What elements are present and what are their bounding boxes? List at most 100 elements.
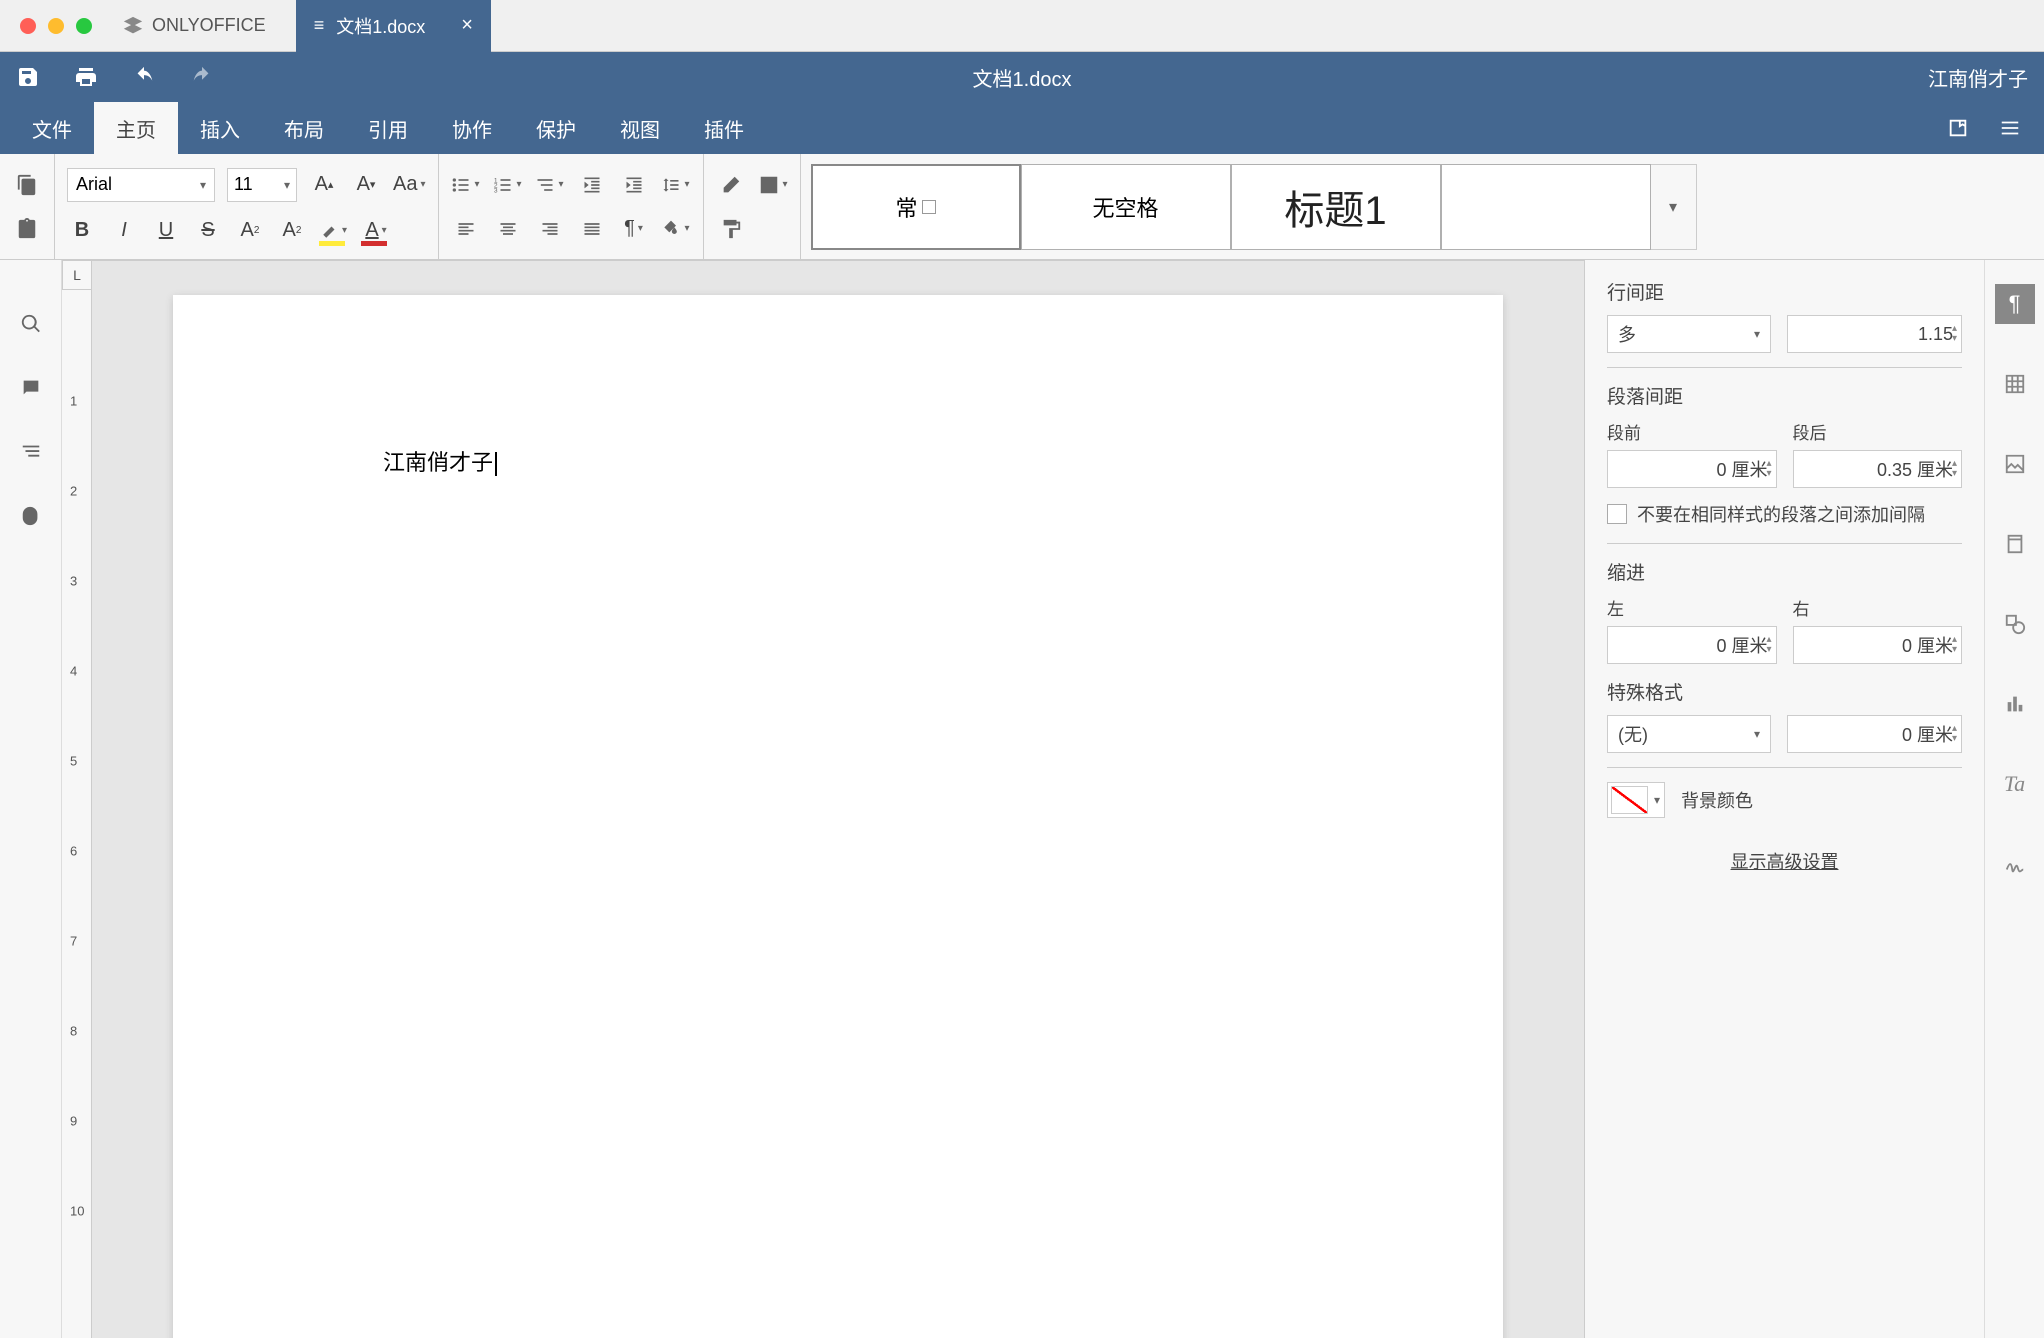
line-spacing-mode[interactable]: 多▾ [1607,315,1771,353]
inc-indent-icon[interactable] [619,170,649,200]
menu-protect[interactable]: 保护 [514,102,598,154]
signature-icon[interactable] [1995,844,2035,884]
print-icon[interactable] [74,65,98,89]
subscript-icon[interactable]: A2 [277,216,307,246]
ribbon: Arial▾ 11▾ A▴ A▾ Aa B I U S A2 A2 A 123 [0,154,2044,260]
special-value[interactable]: 0 厘米▴▾ [1787,715,1962,753]
shape-settings-icon[interactable] [1995,604,2035,644]
align-right-icon[interactable] [535,214,565,244]
menu-plugins[interactable]: 插件 [682,102,766,154]
minimize-window-icon[interactable] [48,18,64,34]
pilcrow-icon[interactable]: ¶ [619,214,649,244]
menu-layout[interactable]: 布局 [262,102,346,154]
menu-file[interactable]: 文件 [10,102,94,154]
strike-icon[interactable]: S [193,216,223,246]
multilevel-icon[interactable] [535,170,565,200]
shading-icon[interactable] [661,214,691,244]
line-spacing-title: 行间距 [1607,278,1962,305]
highlight-icon[interactable] [319,216,349,246]
change-case-icon[interactable]: Aa [393,170,426,200]
save-icon[interactable] [16,65,40,89]
underline-icon[interactable]: U [151,216,181,246]
advanced-settings-link[interactable]: 显示高级设置 [1607,848,1962,874]
font-color-icon[interactable]: A [361,216,391,246]
copy-icon[interactable] [12,170,42,200]
style-more[interactable] [1441,164,1651,250]
more-icon[interactable] [1998,116,2022,140]
redo-icon[interactable] [190,65,214,89]
bullets-icon[interactable] [451,170,481,200]
clear-format-icon[interactable] [758,170,788,200]
page[interactable]: 江南俏才子 [173,295,1503,1338]
headings-icon[interactable] [17,438,45,466]
indent-left[interactable]: 0 厘米▴▾ [1607,626,1777,664]
bgcolor-label: 背景颜色 [1681,787,1753,813]
no-gap-checkbox[interactable]: 不要在相同样式的段落之间添加间隔 [1607,502,1962,529]
document-tab-label: 文档1.docx [336,13,425,39]
para-spacing-title: 段落间距 [1607,382,1962,409]
maximize-window-icon[interactable] [76,18,92,34]
no-gap-label: 不要在相同样式的段落之间添加间隔 [1637,502,1925,529]
font-size-select[interactable]: 11▾ [227,168,297,202]
chart-settings-icon[interactable] [1995,684,2035,724]
style-nospace[interactable]: 无空格 [1021,164,1231,250]
text-caret [495,452,497,476]
textart-settings-icon[interactable]: Ta [1995,764,2035,804]
spacing-before[interactable]: 0 厘米▴▾ [1607,450,1777,488]
header-footer-icon[interactable] [1995,524,2035,564]
onlyoffice-logo-icon [122,15,144,37]
indent-right-label: 右 [1793,595,1963,620]
indent-right[interactable]: 0 厘米▴▾ [1793,626,1963,664]
line-spacing-icon[interactable] [661,170,691,200]
italic-icon[interactable]: I [109,216,139,246]
dec-indent-icon[interactable] [577,170,607,200]
eraser-icon[interactable] [716,170,746,200]
dec-font-icon[interactable]: A▾ [351,170,381,200]
format-painter-icon[interactable] [716,214,746,244]
app-tab[interactable]: ONLYOFFICE [92,0,296,52]
window-controls [0,18,92,34]
spacing-after[interactable]: 0.35 厘米▴▾ [1793,450,1963,488]
bold-icon[interactable]: B [67,216,97,246]
left-sidebar [0,260,62,1338]
superscript-icon[interactable]: A2 [235,216,265,246]
close-tab-icon[interactable]: × [461,14,473,37]
table-settings-icon[interactable] [1995,364,2035,404]
image-settings-icon[interactable] [1995,444,2035,484]
document-tab[interactable]: ≡ 文档1.docx × [296,0,491,52]
horizontal-ruler[interactable]: 2···1······1···2···3···4···5···6···7···8… [92,260,1584,261]
hamburger-icon: ≡ [314,15,325,36]
font-name-select[interactable]: Arial▾ [67,168,215,202]
menu-references[interactable]: 引用 [346,102,430,154]
menu-insert[interactable]: 插入 [178,102,262,154]
titlebar: ONLYOFFICE ≡ 文档1.docx × [0,0,2044,52]
bgcolor-swatch[interactable]: ▾ [1607,782,1665,818]
comments-icon[interactable] [17,374,45,402]
checkbox-icon [1607,504,1627,524]
menu-collab[interactable]: 协作 [430,102,514,154]
line-spacing-value[interactable]: 1.15▴▾ [1787,315,1962,353]
app-name: ONLYOFFICE [152,15,266,36]
document-text: 江南俏才子 [383,450,493,475]
user-name[interactable]: 江南俏才子 [1928,63,2028,92]
open-location-icon[interactable] [1946,116,1970,140]
paragraph-settings-icon[interactable]: ¶ [1995,284,2035,324]
style-heading1[interactable]: 标题1 [1231,164,1441,250]
menu-view[interactable]: 视图 [598,102,682,154]
vertical-ruler[interactable]: 12345678910 [62,261,92,1338]
paste-icon[interactable] [12,214,42,244]
align-left-icon[interactable] [451,214,481,244]
undo-icon[interactable] [132,65,156,89]
menu-home[interactable]: 主页 [94,102,178,154]
align-center-icon[interactable] [493,214,523,244]
indent-left-label: 左 [1607,595,1777,620]
justify-icon[interactable] [577,214,607,244]
feedback-icon[interactable] [17,502,45,530]
close-window-icon[interactable] [20,18,36,34]
special-mode[interactable]: (无)▾ [1607,715,1771,753]
style-normal[interactable]: 常 [811,164,1021,250]
search-icon[interactable] [17,310,45,338]
inc-font-icon[interactable]: A▴ [309,170,339,200]
numbering-icon[interactable]: 123 [493,170,523,200]
style-expand-icon[interactable]: ▾ [1651,164,1697,250]
